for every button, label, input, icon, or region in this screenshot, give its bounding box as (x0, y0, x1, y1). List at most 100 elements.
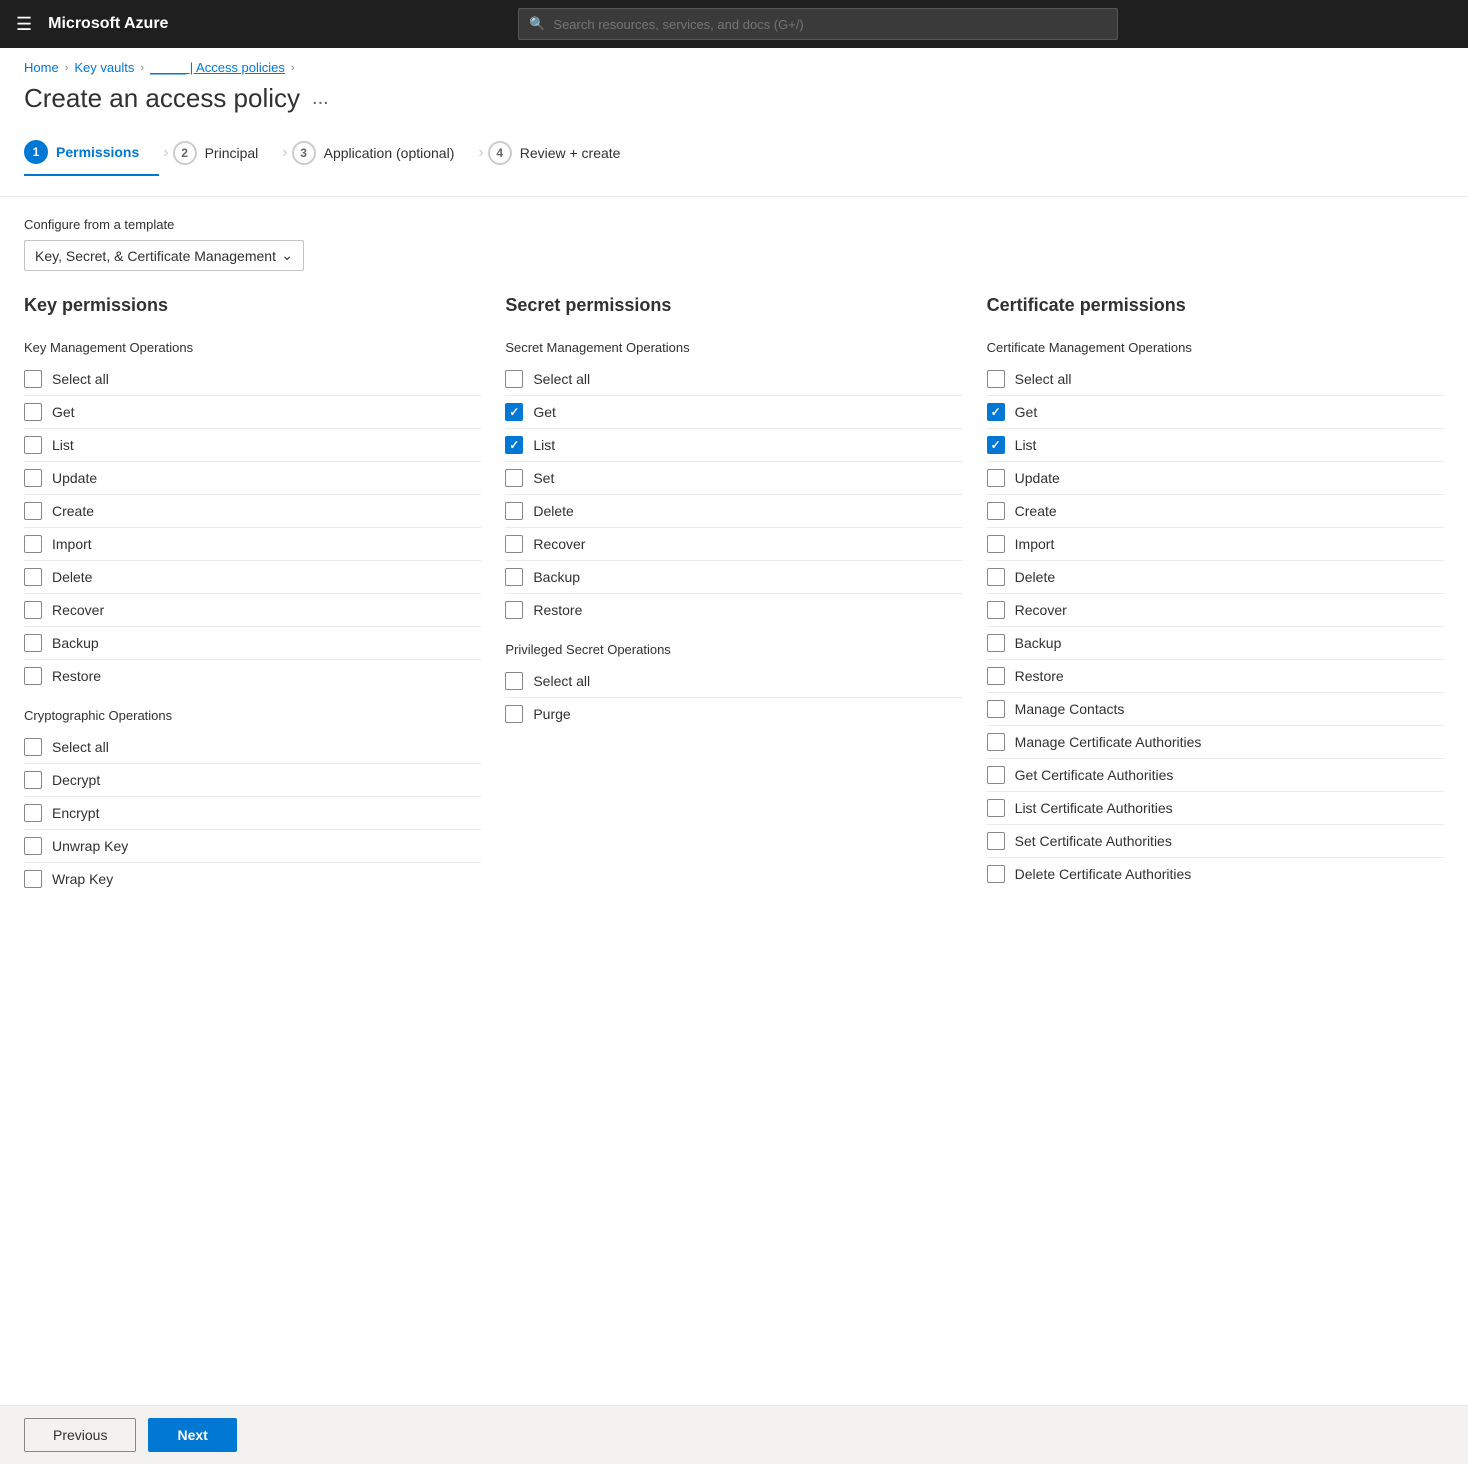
key-restore-checkbox[interactable] (24, 667, 42, 685)
secret-get-label: Get (533, 404, 556, 420)
page-options-dots[interactable]: ... (312, 87, 329, 110)
cert-list-ca-checkbox[interactable] (987, 799, 1005, 817)
secret-set[interactable]: Set (505, 462, 962, 495)
key-delete[interactable]: Delete (24, 561, 481, 594)
cert-recover-checkbox[interactable] (987, 601, 1005, 619)
breadcrumb-access-policies[interactable]: _____ | Access policies (150, 60, 285, 75)
cert-restore-checkbox[interactable] (987, 667, 1005, 685)
secret-purge-checkbox[interactable] (505, 705, 523, 723)
key-wrap-checkbox[interactable] (24, 870, 42, 888)
cert-manage-contacts-label: Manage Contacts (1015, 701, 1125, 717)
cert-update[interactable]: Update (987, 462, 1444, 495)
key-select-all-checkbox[interactable] (24, 370, 42, 388)
key-crypto-select-all[interactable]: Select all (24, 731, 481, 764)
cert-list[interactable]: List (987, 429, 1444, 462)
cert-create[interactable]: Create (987, 495, 1444, 528)
key-create-checkbox[interactable] (24, 502, 42, 520)
cert-update-checkbox[interactable] (987, 469, 1005, 487)
key-select-all[interactable]: Select all (24, 363, 481, 396)
key-backup[interactable]: Backup (24, 627, 481, 660)
key-update[interactable]: Update (24, 462, 481, 495)
previous-button[interactable]: Previous (24, 1418, 136, 1452)
cert-recover[interactable]: Recover (987, 594, 1444, 627)
cert-manage-contacts-checkbox[interactable] (987, 700, 1005, 718)
secret-restore-checkbox[interactable] (505, 601, 523, 619)
cert-manage-ca-checkbox[interactable] (987, 733, 1005, 751)
hamburger-icon[interactable]: ☰ (16, 14, 32, 35)
key-list-checkbox[interactable] (24, 436, 42, 454)
cert-create-checkbox[interactable] (987, 502, 1005, 520)
secret-list-checkbox[interactable] (505, 436, 523, 454)
key-decrypt[interactable]: Decrypt (24, 764, 481, 797)
cert-select-all-checkbox[interactable] (987, 370, 1005, 388)
cert-manage-contacts[interactable]: Manage Contacts (987, 693, 1444, 726)
cert-backup[interactable]: Backup (987, 627, 1444, 660)
cert-select-all[interactable]: Select all (987, 363, 1444, 396)
cert-backup-checkbox[interactable] (987, 634, 1005, 652)
key-create[interactable]: Create (24, 495, 481, 528)
key-encrypt[interactable]: Encrypt (24, 797, 481, 830)
key-restore[interactable]: Restore (24, 660, 481, 692)
wizard-step-2-label: Principal (205, 145, 259, 161)
secret-backup[interactable]: Backup (505, 561, 962, 594)
secret-get[interactable]: Get (505, 396, 962, 429)
cert-get-checkbox[interactable] (987, 403, 1005, 421)
secret-list[interactable]: List (505, 429, 962, 462)
key-get-checkbox[interactable] (24, 403, 42, 421)
cert-set-ca-checkbox[interactable] (987, 832, 1005, 850)
key-backup-checkbox[interactable] (24, 634, 42, 652)
key-update-checkbox[interactable] (24, 469, 42, 487)
cert-set-ca[interactable]: Set Certificate Authorities (987, 825, 1444, 858)
secret-priv-select-all-checkbox[interactable] (505, 672, 523, 690)
cert-update-label: Update (1015, 470, 1060, 486)
cert-delete-ca-checkbox[interactable] (987, 865, 1005, 883)
cert-delete-ca[interactable]: Delete Certificate Authorities (987, 858, 1444, 890)
secret-purge[interactable]: Purge (505, 698, 962, 730)
wizard-step-1[interactable]: 1 Permissions (24, 130, 159, 176)
key-crypto-select-all-checkbox[interactable] (24, 738, 42, 756)
cert-list-ca[interactable]: List Certificate Authorities (987, 792, 1444, 825)
key-decrypt-checkbox[interactable] (24, 771, 42, 789)
breadcrumb-keyvaults[interactable]: Key vaults (74, 60, 134, 75)
key-list[interactable]: List (24, 429, 481, 462)
cert-list-checkbox[interactable] (987, 436, 1005, 454)
secret-recover-checkbox[interactable] (505, 535, 523, 553)
key-encrypt-checkbox[interactable] (24, 804, 42, 822)
secret-recover[interactable]: Recover (505, 528, 962, 561)
key-get[interactable]: Get (24, 396, 481, 429)
cert-get-ca[interactable]: Get Certificate Authorities (987, 759, 1444, 792)
secret-set-checkbox[interactable] (505, 469, 523, 487)
wizard-step-4[interactable]: 4 Review + create (488, 131, 641, 175)
secret-backup-checkbox[interactable] (505, 568, 523, 586)
search-input[interactable] (553, 17, 1107, 32)
secret-restore[interactable]: Restore (505, 594, 962, 626)
cert-get[interactable]: Get (987, 396, 1444, 429)
key-import[interactable]: Import (24, 528, 481, 561)
key-delete-checkbox[interactable] (24, 568, 42, 586)
breadcrumb-home[interactable]: Home (24, 60, 59, 75)
next-button[interactable]: Next (148, 1418, 236, 1452)
cert-delete-checkbox[interactable] (987, 568, 1005, 586)
wizard-step-3[interactable]: 3 Application (optional) (292, 131, 475, 175)
key-unwrap[interactable]: Unwrap Key (24, 830, 481, 863)
search-bar[interactable]: 🔍 (518, 8, 1118, 40)
cert-manage-ca[interactable]: Manage Certificate Authorities (987, 726, 1444, 759)
cert-restore[interactable]: Restore (987, 660, 1444, 693)
cert-get-ca-checkbox[interactable] (987, 766, 1005, 784)
key-unwrap-checkbox[interactable] (24, 837, 42, 855)
template-dropdown[interactable]: Key, Secret, & Certificate Management ⌄ (24, 240, 304, 271)
cert-delete[interactable]: Delete (987, 561, 1444, 594)
secret-select-all-checkbox[interactable] (505, 370, 523, 388)
key-recover[interactable]: Recover (24, 594, 481, 627)
secret-select-all[interactable]: Select all (505, 363, 962, 396)
key-wrap[interactable]: Wrap Key (24, 863, 481, 895)
key-import-checkbox[interactable] (24, 535, 42, 553)
secret-delete-checkbox[interactable] (505, 502, 523, 520)
secret-delete[interactable]: Delete (505, 495, 962, 528)
key-recover-checkbox[interactable] (24, 601, 42, 619)
cert-import[interactable]: Import (987, 528, 1444, 561)
secret-get-checkbox[interactable] (505, 403, 523, 421)
wizard-step-2[interactable]: 2 Principal (173, 131, 279, 175)
cert-import-checkbox[interactable] (987, 535, 1005, 553)
secret-priv-select-all[interactable]: Select all (505, 665, 962, 698)
